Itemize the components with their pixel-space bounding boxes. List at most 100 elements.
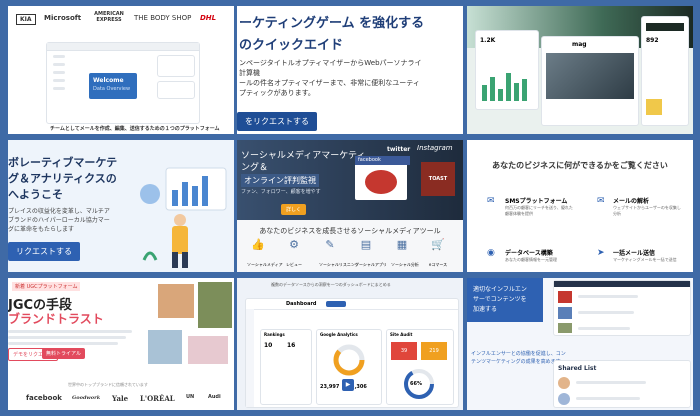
site-audit-panel: Site Audit 39 219 66%: [386, 329, 454, 405]
twitter-label: twitter: [387, 146, 411, 153]
ugc-photo-4: [188, 336, 228, 364]
logo-dhl: DHL: [200, 14, 217, 22]
magazine-title: mag: [572, 41, 587, 48]
logo-un: UN: [186, 394, 195, 400]
tool-reviews[interactable]: ⚙ レビュー: [283, 238, 305, 270]
tile-ugc[interactable]: 新着 UGCプラットフォーム JGCの手段 ブランドトラスト デモをリクエスト …: [8, 278, 234, 410]
tile2-body-3: ールの件名オプティマイザーまで、非常に便利なユーティ: [239, 79, 420, 87]
google-analytics-panel: Google Analytics 23,997 3,306: [316, 329, 382, 405]
influencer-thumb-3: [558, 323, 572, 333]
dashboard-tab[interactable]: [326, 301, 346, 307]
influencer-thumb-2: [558, 307, 572, 319]
facebook-photo: [365, 170, 397, 194]
logo-kia: KIA: [16, 14, 36, 25]
logo-goodwork: Goodwork: [72, 395, 101, 401]
tile1-caption: チームとしてメールを作成、編集、送信するための１つのプラットフォーム: [50, 126, 220, 132]
tile-business-features[interactable]: あなたのビジネスに何ができるかをご覧ください ✉ SMSプラットフォーム 何百万…: [467, 140, 693, 272]
tile7-headline-2: ブランドトラスト: [8, 312, 104, 326]
tile8-top-text: 複数のデータソースからの洞察を一つのダッシュボードにまとめる: [271, 282, 391, 287]
analytics-illustration: [140, 167, 227, 268]
ugc-photo-1: [158, 284, 194, 318]
tile-collaborative-marketing[interactable]: ボレーティブマーケテ グ＆アナリティクスの へようこそ プレイスの収益化を変革し…: [8, 140, 234, 272]
tile-social-media[interactable]: ソーシャルメディアマーケティ ング＆ オンライン評判監視 ファン、フォロワー、顧…: [237, 140, 463, 272]
logo-amex: AMERICAN EXPRESS: [94, 11, 124, 23]
app-titlebar: [47, 43, 199, 51]
tile-marketing-game[interactable]: ーケティングゲーム を強化する のクイックエイド ンページタイトルオプティマイザ…: [237, 6, 463, 134]
audit-title: Site Audit: [390, 332, 413, 337]
tile2-headline-2: のクイックエイド: [239, 38, 344, 53]
tool-apps[interactable]: ▤ ソーシャルアプリ: [355, 238, 387, 270]
tile-analytics-dashboard[interactable]: 複数のデータソースからの洞察を一つのダッシュボードにまとめる Dashboard…: [237, 278, 463, 410]
tile2-cta-button[interactable]: をリクエストする: [237, 112, 317, 131]
rankings-number-1: 10: [264, 342, 273, 349]
trusted-by-text: 世界中のトップブランドに信頼されています: [68, 382, 148, 387]
app-sidebar: [53, 55, 69, 115]
tile4-cta-button[interactable]: リクエストする: [8, 242, 80, 261]
user-card: [157, 55, 195, 77]
tile-email-platform[interactable]: KIA Microsoft AMERICAN EXPRESS THE BODY …: [8, 6, 234, 134]
magazine-photo: [546, 53, 634, 99]
tool-analytics[interactable]: ▦ ソーシャル分析: [391, 238, 419, 270]
cart-icon: 🛒: [431, 238, 445, 251]
tile7-cta-secondary[interactable]: 無料トライアル: [42, 348, 85, 359]
tile5-subtitle: あなたのビジネスを成長させるソーシャルメディアツール: [259, 227, 441, 235]
tile6-title: あなたのビジネスに何ができるかをご覧ください: [492, 161, 668, 170]
stat-1: 1.2K: [480, 37, 496, 44]
logo-microsoft: Microsoft: [44, 14, 82, 22]
tile4-headline-3: へようこそ: [8, 188, 63, 201]
tile4-body-3: グに革命をもたらします: [8, 226, 75, 233]
tile4-body-1: プレイスの収益化を変革し、マルチア: [8, 208, 110, 215]
ugc-badge: 新着 UGCプラットフォーム: [12, 282, 81, 291]
avatar: [558, 377, 570, 389]
tile2-body-2: 計算機: [239, 69, 260, 77]
play-icon[interactable]: ▶: [342, 379, 354, 391]
tile5-cta-button[interactable]: 詳しく: [281, 204, 307, 215]
shared-list-title: Shared List: [558, 365, 597, 372]
facebook-label: facebook: [355, 156, 410, 165]
shared-list-window: Shared List: [553, 360, 691, 408]
tile5-subline: ファン、フォロワー、顧客を増やす: [241, 189, 321, 195]
app-window: Welcome Data Overview: [46, 42, 200, 124]
database-icon: ◉: [487, 248, 495, 258]
logo-audi: Audi: [208, 394, 221, 400]
rankings-panel: Rankings 10 16: [260, 329, 312, 405]
influencer-blue-box: 適切なインフルエン サーでコンテンツを 加速する: [467, 278, 543, 322]
tile5-headline-3: オンライン評判監視: [241, 174, 319, 187]
dashboard-topbar: Dashboard: [246, 299, 458, 310]
stat-2: 892: [646, 37, 659, 44]
blue-text-3: 加速する: [473, 306, 498, 313]
tile5-headline-2: ング＆: [241, 163, 269, 173]
thumbs-icon: 👍: [251, 238, 265, 251]
right-panel: 892: [641, 16, 689, 126]
tool-social-media[interactable]: 👍 ソーシャルメディア: [247, 238, 283, 270]
tile4-headline-2: グ＆アナリティクスの: [8, 172, 117, 185]
send-icon: ➤: [597, 248, 605, 258]
tile9-body-2: テンツマーケティングの成果を高めます: [471, 359, 561, 365]
logo-bodyshop: THE BODY SHOP: [134, 14, 192, 22]
audit-errors: 39: [391, 342, 417, 360]
chart-panel: 1.2K: [475, 30, 539, 110]
sms-icon: ✉: [487, 196, 495, 206]
tile9-body-1: インフルエンサーとの協働を促進し、コン: [471, 351, 566, 357]
ga-number-1: 23,997: [320, 384, 340, 390]
tile-magazine-dashboard[interactable]: 1.2K mag 892: [467, 6, 693, 134]
data-overview-label: Data Overview: [93, 86, 131, 92]
tile2-body-4: プティックがあります。: [239, 89, 315, 97]
tool-ecommerce[interactable]: 🛒 eコマース: [427, 238, 449, 270]
tile-influencer[interactable]: 適切なインフルエン サーでコンテンツを 加速する インフルエンサーとの協働を促進…: [467, 278, 693, 410]
dashboard-sidebar: [246, 309, 254, 407]
tool-listening[interactable]: ✎ ソーシャルリスニング: [319, 238, 359, 270]
dashboard-name: Dashboard: [286, 301, 317, 307]
ugc-photo-3: [148, 330, 182, 364]
influencer-thumb-1: [558, 291, 572, 303]
rankings-title: Rankings: [264, 332, 285, 337]
ugc-photo-2: [198, 282, 232, 328]
app-icon: ▤: [360, 238, 372, 251]
audit-warnings: 219: [421, 342, 447, 360]
blue-text-2: サーでコンテンツを: [473, 296, 527, 303]
logo-yale: Yale: [112, 394, 129, 403]
instagram-label: Instagram: [417, 144, 453, 152]
ga-donut: [333, 344, 365, 376]
audit-gauge-value: 66%: [410, 381, 422, 387]
chart-icon: ▦: [396, 238, 408, 251]
